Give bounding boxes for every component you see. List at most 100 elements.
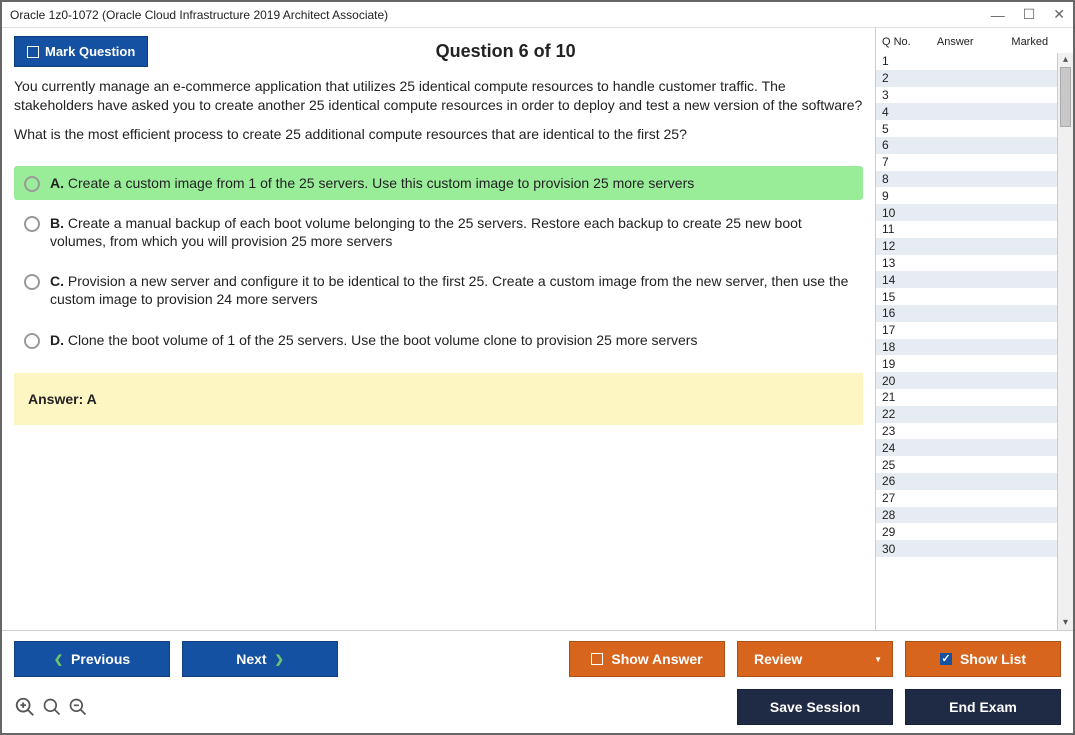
question-list-row[interactable]: 21 [876,389,1057,406]
qno-cell: 28 [876,508,912,522]
question-list[interactable]: 1234567891011121314151617181920212223242… [876,53,1057,630]
question-list-row[interactable]: 18 [876,339,1057,356]
answer-box: Answer: A [14,373,863,425]
chevron-left-icon: ❮ [54,653,63,666]
radio-icon[interactable] [24,216,40,232]
scroll-thumb[interactable] [1060,67,1071,127]
qno-cell: 11 [876,222,912,236]
next-button[interactable]: Next ❯ [182,641,338,677]
question-paragraph-2: What is the most efficient process to cr… [14,125,863,144]
review-button[interactable]: Review ▼ [737,641,893,677]
option-c[interactable]: C. Provision a new server and configure … [14,264,863,316]
zoom-reset-icon[interactable] [14,696,36,718]
question-number-title: Question 6 of 10 [148,41,863,62]
zoom-in-icon[interactable] [42,697,62,717]
show-answer-button[interactable]: Show Answer [569,641,725,677]
option-body: Create a custom image from 1 of the 25 s… [68,175,694,191]
qno-cell: 24 [876,441,912,455]
question-list-row[interactable]: 29 [876,523,1057,540]
question-list-row[interactable]: 20 [876,372,1057,389]
question-list-row[interactable]: 9 [876,187,1057,204]
question-list-row[interactable]: 4 [876,103,1057,120]
option-text: A. Create a custom image from 1 of the 2… [50,174,853,192]
option-letter: C. [50,273,68,289]
qno-cell: 19 [876,357,912,371]
main-panel: Mark Question Question 6 of 10 You curre… [2,28,875,630]
question-list-row[interactable]: 7 [876,154,1057,171]
previous-button[interactable]: ❮ Previous [14,641,170,677]
question-list-row[interactable]: 12 [876,238,1057,255]
option-body: Provision a new server and configure it … [50,273,848,307]
option-letter: D. [50,332,68,348]
option-b[interactable]: B. Create a manual backup of each boot v… [14,206,863,258]
checkbox-icon [591,653,603,665]
question-list-wrap: 1234567891011121314151617181920212223242… [876,53,1073,630]
qno-cell: 5 [876,122,912,136]
question-list-row[interactable]: 19 [876,355,1057,372]
qno-cell: 8 [876,172,912,186]
col-header-qno: Q No. [882,36,918,48]
question-list-row[interactable]: 25 [876,456,1057,473]
question-list-row[interactable]: 5 [876,120,1057,137]
question-list-row[interactable]: 30 [876,540,1057,557]
mark-question-label: Mark Question [45,44,135,59]
options-list: A. Create a custom image from 1 of the 2… [14,166,863,363]
scrollbar[interactable]: ▴ ▾ [1057,53,1073,630]
col-header-marked: Marked [993,36,1068,48]
qno-cell: 25 [876,458,912,472]
show-answer-label: Show Answer [611,651,702,667]
question-list-row[interactable]: 14 [876,271,1057,288]
question-list-row[interactable]: 26 [876,473,1057,490]
qno-cell: 14 [876,273,912,287]
question-list-row[interactable]: 16 [876,305,1057,322]
question-list-row[interactable]: 10 [876,204,1057,221]
minimize-icon[interactable]: — [991,7,1005,23]
end-exam-button[interactable]: End Exam [905,689,1061,725]
qno-cell: 15 [876,290,912,304]
scroll-up-icon[interactable]: ▴ [1058,53,1073,67]
radio-icon[interactable] [24,176,40,192]
option-text: D. Clone the boot volume of 1 of the 25 … [50,331,853,349]
question-list-row[interactable]: 15 [876,288,1057,305]
caret-down-icon: ▼ [874,655,882,664]
qno-cell: 18 [876,340,912,354]
qno-cell: 27 [876,491,912,505]
content-area: Mark Question Question 6 of 10 You curre… [2,28,1073,630]
question-list-row[interactable]: 3 [876,87,1057,104]
radio-icon[interactable] [24,333,40,349]
question-list-row[interactable]: 23 [876,423,1057,440]
question-list-panel: Q No. Answer Marked 12345678910111213141… [875,28,1073,630]
scroll-down-icon[interactable]: ▾ [1058,616,1073,630]
footer: ❮ Previous Next ❯ Show Answer Review ▼ S… [2,630,1073,733]
qno-cell: 20 [876,374,912,388]
question-list-row[interactable]: 22 [876,406,1057,423]
option-a[interactable]: A. Create a custom image from 1 of the 2… [14,166,863,200]
question-list-row[interactable]: 1 [876,53,1057,70]
question-list-row[interactable]: 27 [876,490,1057,507]
maximize-icon[interactable]: ☐ [1023,6,1036,23]
zoom-row: Save Session End Exam [14,689,1061,725]
zoom-out-icon[interactable] [68,697,88,717]
question-list-row[interactable]: 17 [876,322,1057,339]
show-list-button[interactable]: Show List [905,641,1061,677]
option-text: B. Create a manual backup of each boot v… [50,214,853,250]
close-icon[interactable]: ✕ [1053,6,1065,23]
question-list-row[interactable]: 2 [876,70,1057,87]
qno-cell: 4 [876,105,912,119]
question-list-row[interactable]: 11 [876,221,1057,238]
save-session-button[interactable]: Save Session [737,689,893,725]
option-d[interactable]: D. Clone the boot volume of 1 of the 25 … [14,323,863,357]
radio-icon[interactable] [24,274,40,290]
qno-cell: 16 [876,306,912,320]
scroll-track[interactable] [1058,67,1073,616]
question-text: You currently manage an e-commerce appli… [14,77,863,154]
question-list-row[interactable]: 28 [876,507,1057,524]
question-list-row[interactable]: 8 [876,171,1057,188]
question-list-row[interactable]: 24 [876,439,1057,456]
save-session-label: Save Session [770,699,860,715]
mark-question-button[interactable]: Mark Question [14,36,148,67]
qno-cell: 21 [876,390,912,404]
question-list-row[interactable]: 6 [876,137,1057,154]
option-text: C. Provision a new server and configure … [50,272,853,308]
question-list-row[interactable]: 13 [876,255,1057,272]
